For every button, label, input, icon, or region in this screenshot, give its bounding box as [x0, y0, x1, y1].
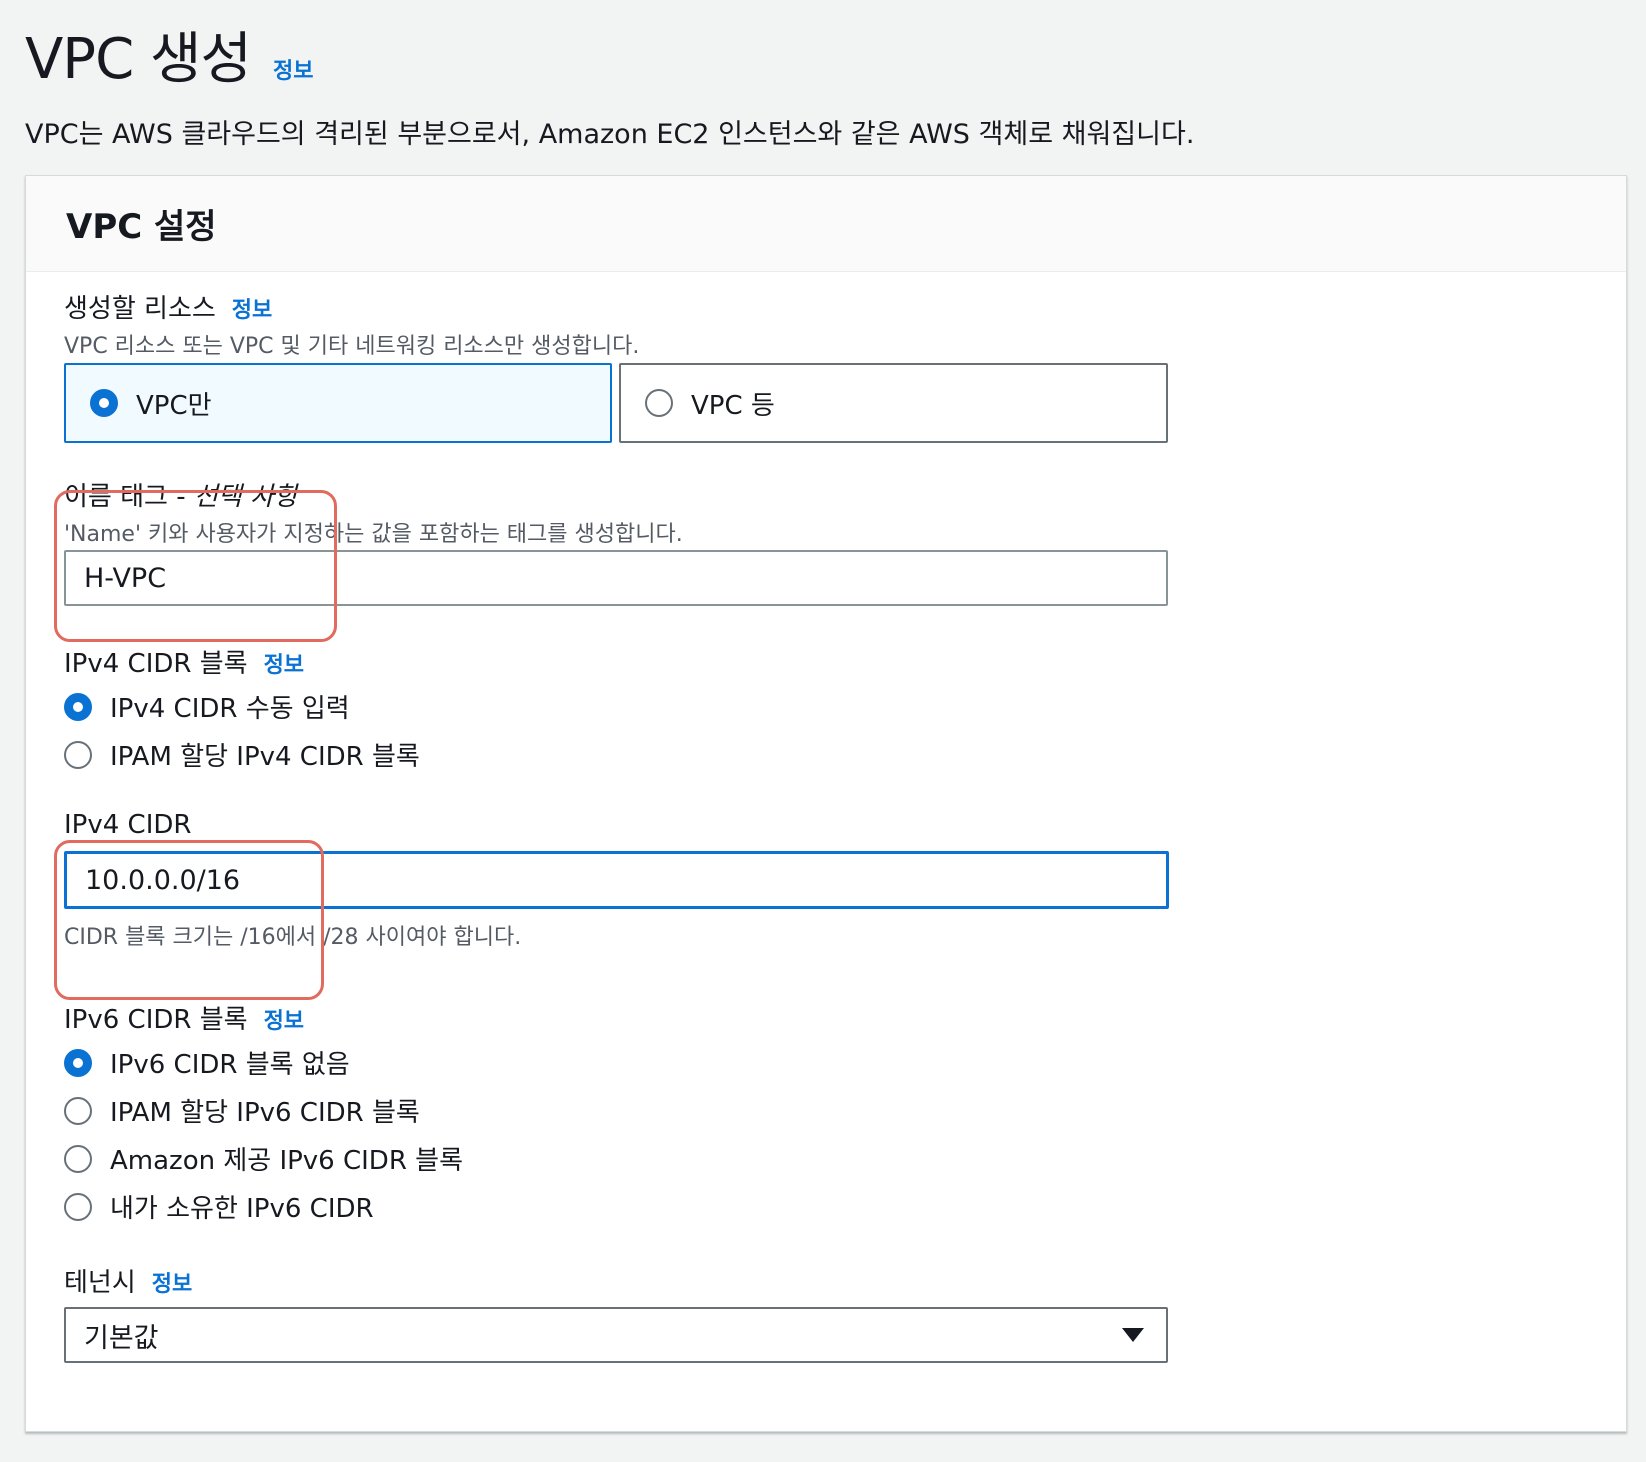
name-tag-value: H-VPC: [84, 562, 167, 594]
tenancy-label: 테넌시 정보: [64, 1262, 192, 1299]
name-tag-label: 이름 태그 - 선택 사항: [64, 476, 298, 513]
ipv4-cidr-constraint: CIDR 블록 크기는 /16에서 /28 사이여야 합니다.: [64, 925, 522, 950]
panel-title: VPC 설정: [66, 207, 217, 247]
resource-tile-vpc-and-more[interactable]: VPC 등: [619, 363, 1168, 443]
tenancy-value: 기본값: [84, 1322, 159, 1354]
ipv4-ipam-option[interactable]: IPAM 할당 IPv4 CIDR 블록: [64, 736, 420, 773]
ipv4-cidr-input[interactable]: 10.0.0.0/16: [64, 851, 1169, 909]
radio-selected-icon: [90, 389, 118, 417]
ipv6-byoip-option[interactable]: 내가 소유한 IPv6 CIDR: [64, 1188, 374, 1225]
ipv4-block-label: IPv4 CIDR 블록 정보: [64, 643, 304, 680]
tenancy-select[interactable]: 기본값: [64, 1307, 1168, 1363]
radio-selected-icon: [64, 1048, 92, 1077]
ipv6-byoip-label: 내가 소유한 IPv6 CIDR: [110, 1194, 374, 1224]
radio-unselected-icon: [64, 740, 92, 769]
ipv6-none-label: IPv6 CIDR 블록 없음: [110, 1050, 350, 1080]
name-tag-label-text: 이름 태그 -: [64, 482, 194, 512]
radio-unselected-icon: [645, 389, 673, 417]
resource-tile-label: VPC만: [136, 390, 212, 421]
tenancy-label-text: 테넌시: [64, 1268, 136, 1298]
ipv6-block-label-text: IPv6 CIDR 블록: [64, 1005, 248, 1035]
page-header: VPC 생성 정보: [25, 14, 314, 95]
radio-unselected-icon: [64, 1144, 92, 1173]
resource-tile-label: VPC 등: [691, 390, 775, 421]
resources-info-link[interactable]: 정보: [232, 298, 272, 323]
page-description: VPC는 AWS 클라우드의 격리된 부분으로서, Amazon EC2 인스턴…: [25, 119, 1195, 150]
panel-header: VPC 설정: [26, 176, 1626, 272]
ipv6-none-option[interactable]: IPv6 CIDR 블록 없음: [64, 1044, 350, 1081]
ipv6-block-label: IPv6 CIDR 블록 정보: [64, 999, 304, 1036]
resource-tile-vpc-only[interactable]: VPC만: [64, 363, 612, 443]
caret-down-icon: [1122, 1328, 1144, 1342]
ipv4-ipam-label: IPAM 할당 IPv4 CIDR 블록: [110, 742, 420, 772]
tenancy-info-link[interactable]: 정보: [152, 1272, 192, 1297]
radio-selected-icon: [64, 692, 92, 721]
name-tag-input[interactable]: H-VPC: [64, 550, 1168, 606]
ipv6-ipam-label: IPAM 할당 IPv6 CIDR 블록: [110, 1098, 420, 1128]
name-tag-optional: 선택 사항: [193, 482, 298, 512]
resources-description: VPC 리소스 또는 VPC 및 기타 네트워킹 리소스만 생성합니다.: [64, 334, 640, 359]
resources-label: 생성할 리소스 정보: [64, 288, 272, 325]
ipv4-cidr-value: 10.0.0.0/16: [85, 864, 241, 896]
name-tag-description: 'Name' 키와 사용자가 지정하는 값을 포함하는 태그를 생성합니다.: [64, 522, 683, 547]
vpc-settings-panel: VPC 설정 생성할 리소스 정보 VPC 리소스 또는 VPC 및 기타 네트워…: [25, 175, 1627, 1432]
radio-unselected-icon: [64, 1192, 92, 1221]
ipv6-ipam-option[interactable]: IPAM 할당 IPv6 CIDR 블록: [64, 1092, 420, 1129]
ipv4-block-label-text: IPv4 CIDR 블록: [64, 649, 248, 679]
create-vpc-page: VPC 생성 정보 VPC는 AWS 클라우드의 격리된 부분으로서, Amaz…: [0, 0, 1646, 1462]
resources-label-text: 생성할 리소스: [64, 294, 216, 324]
ipv6-amazon-option[interactable]: Amazon 제공 IPv6 CIDR 블록: [64, 1140, 463, 1177]
ipv4-manual-label: IPv4 CIDR 수동 입력: [110, 694, 350, 724]
page-title: VPC 생성: [25, 27, 252, 92]
radio-unselected-icon: [64, 1096, 92, 1125]
ipv4-cidr-label: IPv4 CIDR: [64, 810, 192, 840]
page-info-link[interactable]: 정보: [273, 53, 313, 85]
ipv6-block-info-link[interactable]: 정보: [264, 1009, 304, 1034]
ipv6-amazon-label: Amazon 제공 IPv6 CIDR 블록: [110, 1146, 464, 1176]
ipv4-manual-option[interactable]: IPv4 CIDR 수동 입력: [64, 688, 350, 725]
ipv4-block-info-link[interactable]: 정보: [264, 653, 304, 678]
